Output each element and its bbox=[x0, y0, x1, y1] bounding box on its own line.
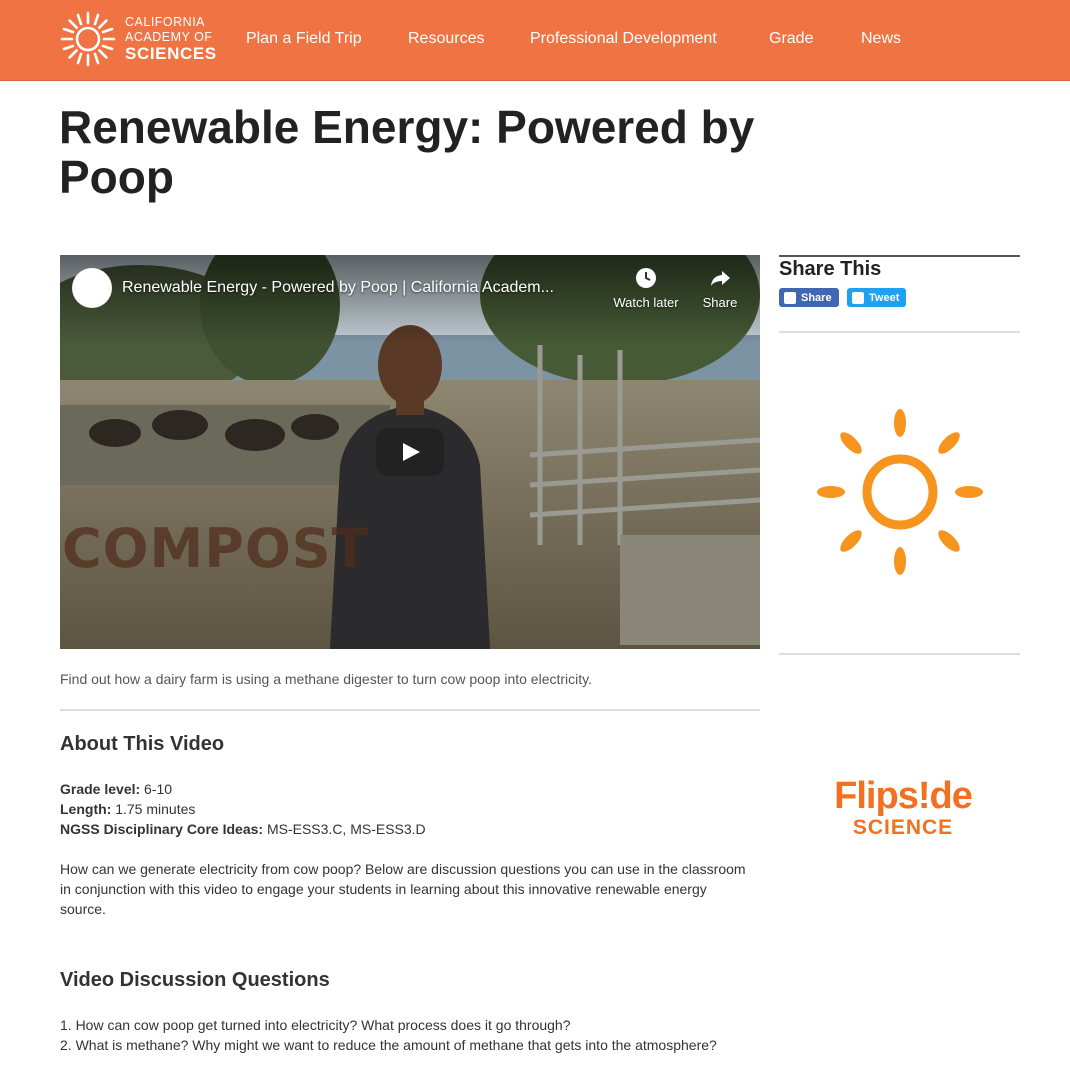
flipside-science-logo[interactable]: Flips!de SCIENCE bbox=[818, 777, 988, 838]
site-header: CALIFORNIA ACADEMY OF SCIENCES Plan a Fi… bbox=[0, 0, 1070, 81]
play-button[interactable] bbox=[376, 428, 444, 476]
nav-news[interactable]: News bbox=[861, 30, 901, 48]
ngss-row: NGSS Disciplinary Core Ideas: MS-ESS3.C,… bbox=[60, 819, 426, 839]
nav-resources[interactable]: Resources bbox=[408, 30, 484, 48]
divider bbox=[60, 709, 760, 711]
grade-level-label: Grade level: bbox=[60, 781, 141, 797]
question-item: 1. How can cow poop get turned into elec… bbox=[60, 1017, 571, 1033]
video-title[interactable]: Renewable Energy - Powered by Poop | Cal… bbox=[122, 279, 602, 297]
sidebar-divider bbox=[779, 331, 1020, 333]
length-row: Length: 1.75 minutes bbox=[60, 799, 426, 819]
facebook-share-label: Share bbox=[801, 291, 832, 304]
logo-line-1: CALIFORNIA bbox=[125, 15, 206, 29]
grade-level-value: 6-10 bbox=[144, 781, 173, 797]
questions-heading: Video Discussion Questions bbox=[60, 969, 330, 991]
twitter-tweet-button[interactable]: Tweet bbox=[847, 288, 907, 307]
nav-professional-development[interactable]: Professional Development bbox=[530, 30, 717, 48]
about-heading: About This Video bbox=[60, 733, 225, 755]
clock-icon bbox=[636, 268, 656, 288]
share-video-label: Share bbox=[702, 295, 738, 310]
video-caption: Find out how a dairy farm is using a met… bbox=[60, 671, 593, 687]
nav-grade[interactable]: Grade bbox=[769, 30, 813, 48]
facebook-icon bbox=[784, 291, 796, 304]
length-label: Length: bbox=[60, 801, 112, 817]
video-overlay-text: COMPOST bbox=[62, 517, 370, 580]
facebook-share-button[interactable]: Share bbox=[779, 288, 839, 307]
sidebar-divider bbox=[779, 653, 1020, 655]
grade-level-row: Grade level: 6-10 bbox=[60, 779, 426, 799]
logo-line-2: ACADEMY OF bbox=[125, 29, 213, 44]
logo-wordmark: CALIFORNIA ACADEMY OF SCIENCES bbox=[125, 16, 217, 62]
channel-avatar[interactable] bbox=[72, 268, 112, 308]
sun-icon bbox=[817, 409, 983, 575]
video-metadata: Grade level: 6-10 Length: 1.75 minutes N… bbox=[60, 779, 426, 839]
watch-later-button[interactable]: Watch later bbox=[606, 267, 686, 310]
nav-plan-a-field-trip[interactable]: Plan a Field Trip bbox=[246, 30, 362, 48]
length-value: 1.75 minutes bbox=[115, 801, 196, 817]
page-title: Renewable Energy: Powered by Poop bbox=[59, 101, 755, 203]
share-title: Share This bbox=[779, 258, 882, 280]
sidebar-top-rule bbox=[779, 255, 1020, 257]
share-arrow-icon bbox=[711, 271, 730, 286]
questions-list: 1. How can cow poop get turned into elec… bbox=[60, 1015, 750, 1055]
ngss-value: MS-ESS3.C, MS-ESS3.D bbox=[266, 821, 426, 837]
academy-logo[interactable]: CALIFORNIA ACADEMY OF SCIENCES bbox=[59, 10, 219, 68]
flipside-wordmark: Flips!de bbox=[834, 775, 973, 817]
video-player[interactable]: Renewable Energy - Powered by Poop | Cal… bbox=[60, 255, 760, 649]
logo-line-3: SCIENCES bbox=[125, 44, 217, 63]
twitter-tweet-label: Tweet bbox=[869, 291, 900, 304]
share-video-button[interactable]: Share bbox=[680, 267, 760, 310]
question-item: 2. What is methane? Why might we want to… bbox=[60, 1037, 717, 1053]
about-description: How can we generate electricity from cow… bbox=[60, 861, 746, 917]
twitter-bird-icon bbox=[852, 291, 864, 304]
flipside-science-label: SCIENCE bbox=[852, 816, 954, 839]
watch-later-label: Watch later bbox=[613, 295, 679, 310]
ngss-label: NGSS Disciplinary Core Ideas: bbox=[60, 821, 264, 837]
sunburst-logo-icon bbox=[60, 11, 116, 67]
